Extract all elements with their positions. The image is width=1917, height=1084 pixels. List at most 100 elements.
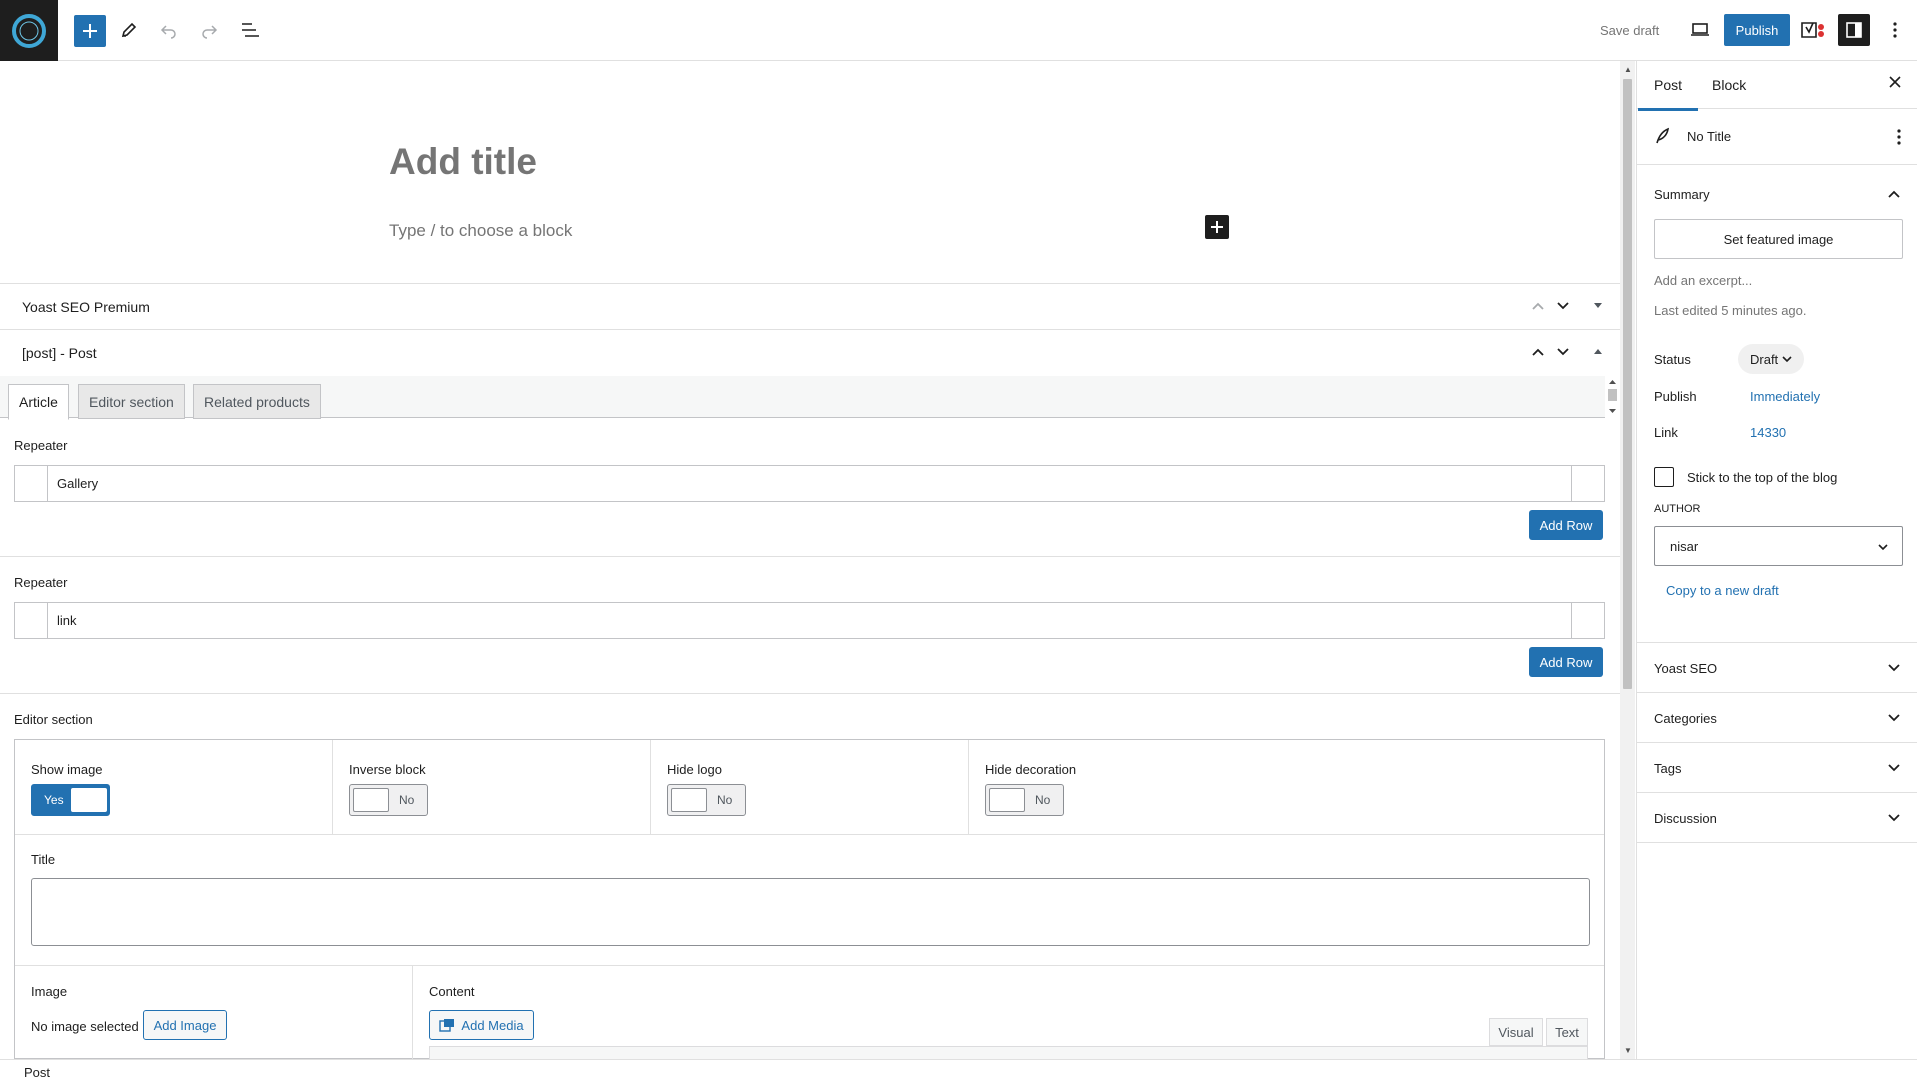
toggle-field-show-image: Show image Yes	[15, 740, 333, 834]
yoast-metabox-header[interactable]: Yoast SEO Premium	[0, 283, 1620, 329]
title-textarea[interactable]	[31, 878, 1590, 946]
divider	[15, 965, 1604, 966]
editor-scrollbar[interactable]: ▲ ▼	[1620, 61, 1635, 1059]
publish-date-button[interactable]: Immediately	[1750, 389, 1820, 404]
tools-button[interactable]	[113, 14, 145, 46]
chevron-down-icon	[1782, 356, 1792, 363]
toggle-panel-button[interactable]	[1588, 342, 1608, 362]
move-up-button[interactable]	[1528, 342, 1548, 362]
divider	[0, 556, 1620, 557]
row-handle[interactable]	[15, 603, 48, 638]
redo-button[interactable]	[193, 14, 225, 46]
toggle-state: Yes	[44, 793, 64, 807]
breadcrumb-post[interactable]: Post	[24, 1065, 50, 1080]
move-down-button[interactable]	[1553, 342, 1573, 362]
scroll-down-arrow[interactable]: ▼	[1624, 1046, 1632, 1055]
repeater-table: Gallery	[14, 465, 1605, 502]
panel-categories[interactable]: Categories	[1637, 693, 1917, 743]
hide-logo-toggle[interactable]: No	[667, 784, 746, 816]
post-fields-metabox-header[interactable]: [post] - Post	[0, 329, 1620, 375]
inline-block-inserter[interactable]	[1205, 215, 1229, 239]
wordpress-logo-button[interactable]	[0, 0, 58, 61]
panel-title: Yoast SEO	[1654, 661, 1718, 676]
summary-title[interactable]: Summary	[1654, 187, 1710, 202]
add-row-button[interactable]: Add Row	[1529, 647, 1603, 677]
row-actions[interactable]	[1571, 466, 1604, 501]
permalink-button[interactable]: 14330	[1750, 425, 1786, 440]
editor-header: Save draft Publish	[0, 0, 1917, 61]
toggle-state: No	[1035, 793, 1051, 807]
add-image-button[interactable]: Add Image	[143, 1010, 227, 1040]
inverse-block-toggle[interactable]: No	[349, 784, 428, 816]
yoast-seo-button[interactable]	[1797, 14, 1829, 46]
tab-block[interactable]: Block	[1712, 77, 1746, 93]
toggle-field-inverse-block: Inverse block No	[333, 740, 651, 834]
plus-icon	[1211, 221, 1223, 233]
author-value: nisar	[1670, 539, 1699, 554]
metabox-title: Yoast SEO Premium	[22, 298, 150, 315]
plus-icon	[83, 24, 97, 38]
options-menu-button[interactable]	[1879, 14, 1911, 46]
document-overview-button[interactable]	[234, 14, 266, 46]
panel-tags[interactable]: Tags	[1637, 743, 1917, 793]
tab-post[interactable]: Post	[1637, 77, 1699, 111]
toggle-knob	[353, 788, 389, 812]
sidebar-tabs: Post Block	[1637, 61, 1917, 111]
panel-yoast-seo[interactable]: Yoast SEO	[1637, 643, 1917, 693]
desktop-preview-icon	[1691, 23, 1709, 36]
post-actions-button[interactable]	[1897, 129, 1901, 145]
excerpt-link[interactable]: Add an excerpt...	[1654, 273, 1752, 288]
author-label: AUTHOR	[1654, 503, 1701, 515]
author-select[interactable]: nisar	[1654, 526, 1903, 566]
panel-discussion[interactable]: Discussion	[1637, 793, 1917, 843]
text-tab[interactable]: Text	[1546, 1018, 1588, 1046]
tab-editor-section[interactable]: Editor section	[78, 384, 185, 419]
status-value: Draft	[1750, 351, 1779, 367]
chevron-down-icon	[1887, 663, 1901, 673]
last-edited-text: Last edited 5 minutes ago.	[1654, 303, 1807, 318]
yoast-icon	[1801, 22, 1824, 38]
divider	[0, 693, 1620, 694]
close-sidebar-button[interactable]	[1888, 75, 1902, 89]
set-featured-image-button[interactable]: Set featured image	[1654, 219, 1903, 259]
feather-icon	[1656, 127, 1670, 144]
more-vertical-icon	[1893, 22, 1897, 38]
publish-label: Publish	[1654, 389, 1697, 404]
sticky-checkbox[interactable]	[1654, 467, 1674, 487]
add-media-button[interactable]: Add Media	[429, 1010, 534, 1040]
hide-decoration-toggle[interactable]: No	[985, 784, 1064, 816]
row-handle[interactable]	[15, 466, 48, 501]
show-image-toggle[interactable]: Yes	[31, 784, 110, 816]
editor-toolbar	[429, 1046, 1588, 1059]
toggle-field-hide-logo: Hide logo No	[651, 740, 969, 834]
move-down-button[interactable]	[1553, 296, 1573, 316]
publish-button[interactable]: Publish	[1724, 14, 1790, 46]
status-dropdown[interactable]: Draft	[1738, 344, 1805, 374]
scroll-up-arrow[interactable]: ▲	[1624, 65, 1632, 74]
undo-button[interactable]	[153, 14, 185, 46]
metabox-scrollbar[interactable]	[1605, 376, 1620, 416]
collapse-summary-button[interactable]	[1887, 189, 1901, 199]
default-block-appender[interactable]: Type / to choose a block	[389, 221, 572, 241]
preview-button[interactable]	[1684, 14, 1716, 46]
editor-section-label: Editor section	[14, 712, 93, 727]
move-up-button[interactable]	[1528, 296, 1548, 316]
repeater-row-value[interactable]: link	[57, 613, 77, 628]
tab-related-products[interactable]: Related products	[193, 384, 321, 419]
add-row-button[interactable]: Add Row	[1529, 510, 1603, 540]
toggle-panel-button[interactable]	[1588, 296, 1608, 316]
visual-tab[interactable]: Visual	[1489, 1018, 1543, 1046]
scrollbar-thumb[interactable]	[1623, 79, 1632, 689]
repeater-label: Repeater	[14, 438, 68, 453]
tab-article[interactable]: Article	[8, 384, 69, 420]
settings-sidebar-toggle[interactable]	[1838, 14, 1870, 46]
close-icon	[1889, 76, 1901, 88]
content-field-label: Content	[429, 984, 475, 999]
copy-to-draft-link[interactable]: Copy to a new draft	[1666, 583, 1779, 598]
repeater-row-value[interactable]: Gallery	[57, 476, 98, 491]
save-draft-button[interactable]: Save draft	[1600, 23, 1659, 38]
post-title-input[interactable]: Add title	[389, 141, 537, 183]
row-actions[interactable]	[1571, 603, 1604, 638]
block-inserter-button[interactable]	[74, 15, 106, 47]
title-field-label: Title	[31, 852, 56, 867]
